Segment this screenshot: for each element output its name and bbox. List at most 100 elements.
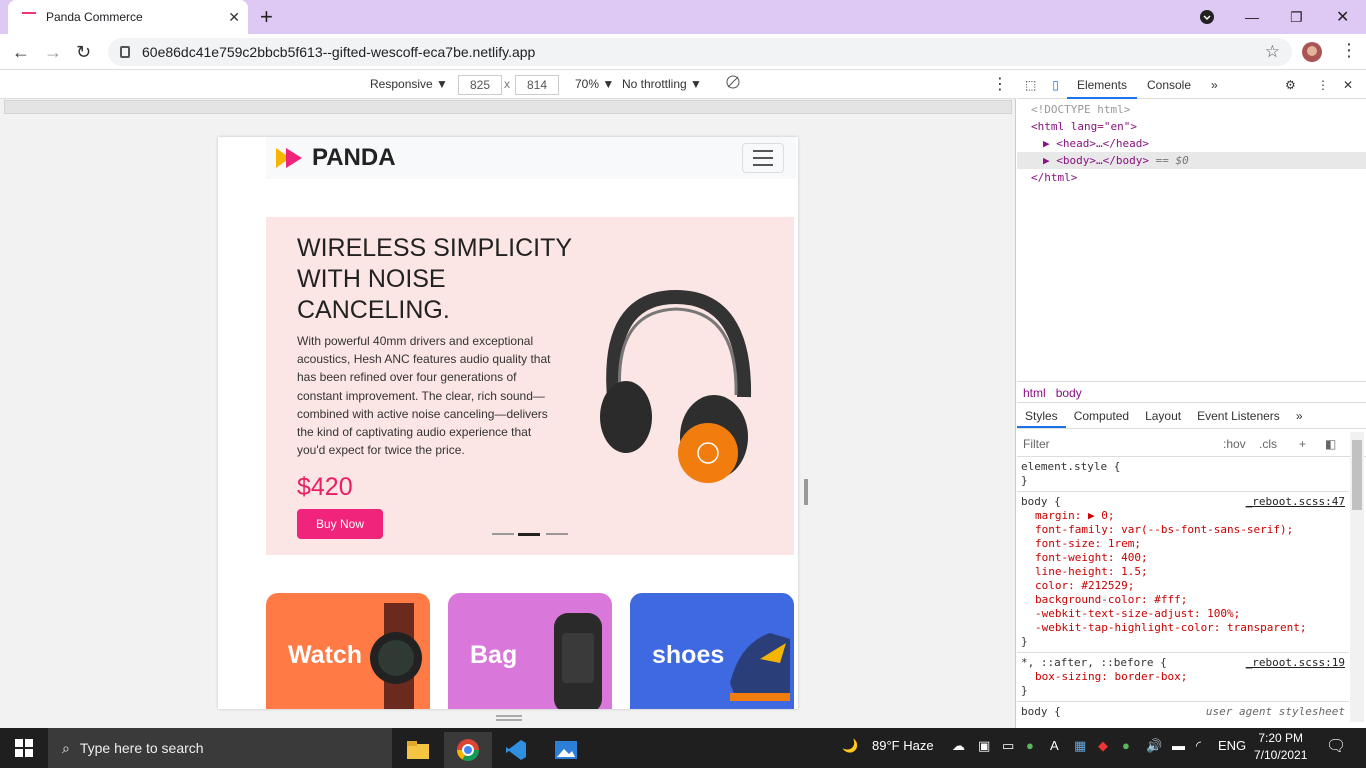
tray-green-app-icon[interactable]: ●: [1122, 738, 1130, 753]
body-node[interactable]: ▶ <body>…</body> == $0: [1017, 152, 1366, 169]
bookmark-star-icon[interactable]: ☆: [1265, 42, 1280, 62]
back-icon[interactable]: ←: [12, 42, 30, 63]
reload-icon[interactable]: ↻: [76, 42, 91, 63]
media-query-ruler[interactable]: [4, 100, 1012, 114]
close-tab-icon[interactable]: ✕: [228, 9, 240, 26]
sidebar-toggle-icon[interactable]: ◧: [1325, 437, 1336, 451]
rotate-icon[interactable]: [726, 75, 740, 92]
css-property[interactable]: font-size: 1rem;: [1021, 537, 1345, 551]
new-tab-button[interactable]: +: [260, 4, 273, 30]
carousel-indicator-3[interactable]: [546, 533, 568, 535]
wifi-icon[interactable]: ◜: [1196, 738, 1201, 754]
tab-styles[interactable]: Styles: [1017, 405, 1066, 428]
height-input[interactable]: 814: [515, 75, 559, 95]
category-card-shoes[interactable]: shoes: [630, 593, 794, 709]
carousel-indicator-1[interactable]: [492, 533, 514, 535]
browser-tab[interactable]: Panda Commerce ✕: [8, 0, 248, 34]
battery-icon[interactable]: ▬: [1172, 738, 1185, 753]
zoom-select[interactable]: 70% ▼: [575, 77, 614, 91]
weather-icon[interactable]: 🌙: [842, 738, 858, 754]
lock-icon[interactable]: [120, 46, 130, 58]
css-property[interactable]: line-height: 1.5;: [1021, 565, 1345, 579]
css-property[interactable]: -webkit-tap-highlight-color: transparent…: [1021, 621, 1345, 635]
vscode-icon[interactable]: [492, 732, 540, 768]
url-field[interactable]: 60e86dc41e759c2bbcb5f613--gifted-wescoff…: [108, 38, 1292, 66]
close-devtools-icon[interactable]: ✕: [1343, 78, 1353, 92]
css-property[interactable]: -webkit-text-size-adjust: 100%;: [1021, 607, 1345, 621]
more-style-tabs-icon[interactable]: »: [1288, 405, 1311, 428]
tab-computed[interactable]: Computed: [1066, 405, 1137, 428]
head-node[interactable]: ▶ <head>…</head>: [1031, 135, 1366, 152]
hamburger-menu-button[interactable]: [742, 143, 784, 173]
chrome-icon[interactable]: [444, 732, 492, 768]
hov-toggle[interactable]: :hov: [1223, 437, 1246, 451]
devtools-more-icon[interactable]: ⋮: [1317, 78, 1329, 92]
rule-close: }: [1021, 684, 1028, 697]
forward-icon[interactable]: →: [44, 42, 62, 63]
tray-red-app-icon[interactable]: ◆: [1098, 738, 1108, 754]
notification-icon[interactable]: 🗨: [1326, 736, 1346, 756]
throttle-select[interactable]: No throttling ▼: [622, 77, 702, 91]
tray-monitor-icon[interactable]: ▭: [1002, 738, 1014, 754]
category-card-bag[interactable]: Bag: [448, 593, 612, 709]
css-property[interactable]: color: #212529;: [1021, 579, 1345, 593]
styles-filter[interactable]: Filter :hov .cls + ◧: [1017, 433, 1366, 457]
resize-handle[interactable]: [804, 479, 808, 505]
tray-vpn-icon[interactable]: ●: [1026, 738, 1034, 753]
settings-gear-icon[interactable]: ⚙: [1285, 78, 1296, 92]
css-property[interactable]: box-sizing: border-box;: [1021, 670, 1345, 684]
rule-source-link[interactable]: _reboot.scss:47: [1246, 495, 1345, 509]
tray-network-app-icon[interactable]: ▦: [1074, 738, 1086, 754]
html-close-node[interactable]: </html>: [1031, 169, 1366, 186]
tab-elements[interactable]: Elements: [1066, 71, 1137, 99]
taskbar-clock[interactable]: 7:20 PM 7/10/2021: [1254, 730, 1307, 764]
close-window-icon[interactable]: ✕: [1336, 0, 1349, 34]
width-input[interactable]: 825: [458, 75, 502, 95]
crumb-html[interactable]: html: [1023, 386, 1046, 400]
universal-rule[interactable]: *, ::after, ::before {_reboot.scss:19 bo…: [1017, 653, 1349, 702]
css-property[interactable]: background-color: #fff;: [1021, 593, 1345, 607]
weather-text[interactable]: 89°F Haze: [872, 738, 934, 753]
rule-source-link[interactable]: _reboot.scss:19: [1246, 656, 1345, 670]
inspect-icon[interactable]: ⬚: [1017, 78, 1044, 92]
filter-input[interactable]: Filter: [1023, 437, 1050, 451]
device-mode-select[interactable]: Responsive ▼: [370, 77, 448, 91]
css-property[interactable]: margin: ▶ 0;: [1021, 509, 1345, 523]
language-indicator[interactable]: ENG: [1218, 738, 1246, 753]
doctype-node[interactable]: <!DOCTYPE html>: [1031, 101, 1366, 118]
body-rule[interactable]: body {_reboot.scss:47 margin: ▶ 0; font-…: [1017, 492, 1349, 653]
carousel-indicator-2[interactable]: [518, 533, 540, 536]
minimize-icon[interactable]: —: [1245, 0, 1259, 34]
bottom-resize-handle[interactable]: [496, 715, 522, 721]
ua-rule[interactable]: body {user agent stylesheet: [1017, 702, 1349, 722]
file-explorer-icon[interactable]: [394, 732, 442, 768]
profile-menu-icon[interactable]: [1200, 0, 1214, 34]
css-property[interactable]: font-family: var(--bs-font-sans-serif);: [1021, 523, 1345, 537]
browser-menu-icon[interactable]: ⋮: [1340, 40, 1358, 61]
tray-app-icon[interactable]: ▣: [978, 738, 990, 754]
avatar[interactable]: [1302, 42, 1322, 62]
photos-icon[interactable]: [542, 732, 590, 768]
tab-layout[interactable]: Layout: [1137, 405, 1189, 428]
onedrive-icon[interactable]: ☁: [952, 738, 965, 754]
css-property[interactable]: font-weight: 400;: [1021, 551, 1345, 565]
brand-logo[interactable]: PANDA: [276, 144, 396, 172]
tray-font-icon[interactable]: A: [1050, 738, 1059, 753]
volume-icon[interactable]: 🔊: [1146, 738, 1162, 754]
restore-icon[interactable]: ❐: [1290, 0, 1303, 34]
start-button[interactable]: [0, 730, 48, 766]
device-more-icon[interactable]: ⋮: [992, 74, 1008, 94]
category-card-watch[interactable]: Watch: [266, 593, 430, 709]
device-toggle-icon[interactable]: ▯: [1044, 78, 1067, 92]
crumb-body[interactable]: body: [1056, 386, 1082, 400]
html-node[interactable]: <html lang="en">: [1031, 118, 1366, 135]
taskbar-search[interactable]: ⌕ Type here to search: [48, 728, 392, 768]
styles-scrollbar[interactable]: [1350, 432, 1364, 722]
buy-now-button[interactable]: Buy Now: [297, 509, 383, 539]
more-tabs-icon[interactable]: »: [1201, 78, 1228, 92]
tab-console[interactable]: Console: [1137, 78, 1201, 92]
element-style-rule[interactable]: element.style { }: [1017, 457, 1349, 492]
cls-toggle[interactable]: .cls: [1259, 437, 1277, 451]
tab-event-listeners[interactable]: Event Listeners: [1189, 405, 1288, 428]
new-rule-icon[interactable]: +: [1299, 437, 1306, 451]
